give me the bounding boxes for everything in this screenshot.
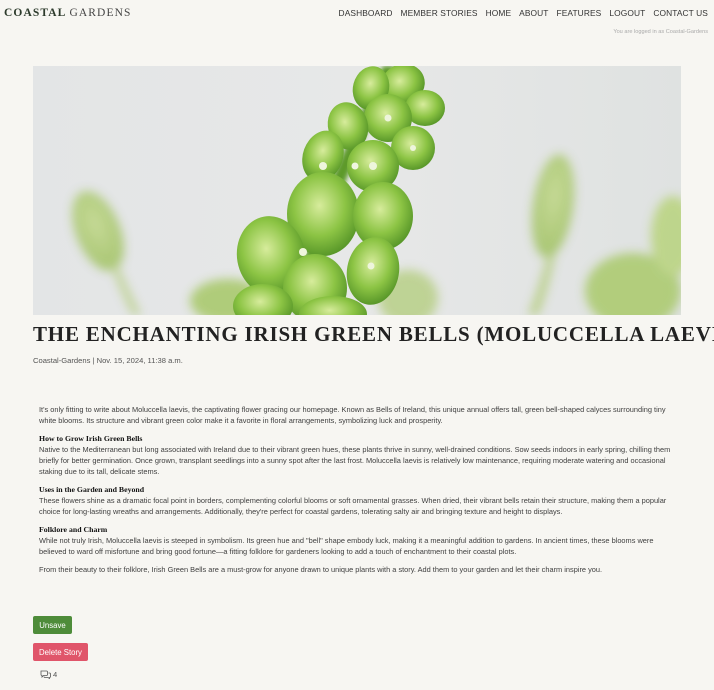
section-heading: Folklore and Charm: [39, 524, 108, 534]
nav-home[interactable]: HOME: [486, 8, 512, 18]
intro-paragraph: It's only fitting to write about Molucce…: [39, 405, 666, 426]
article-body: It's only fitting to write about Molucce…: [39, 404, 679, 582]
delete-story-button[interactable]: Delete Story: [33, 643, 88, 661]
brand-part-2: GARDENS: [69, 7, 132, 19]
closing-paragraph: From their beauty to their folklore, Iri…: [39, 564, 603, 574]
nav-member-stories[interactable]: MEMBER STORIES: [401, 8, 478, 18]
site-logo[interactable]: COASTAL GARDENS: [4, 7, 131, 19]
hero-image: [33, 66, 681, 315]
bells-of-ireland-photo: [33, 66, 681, 315]
section-paragraph: While not truly Irish, Moluccella laevis…: [39, 535, 654, 557]
article-meta: Coastal-Gardens | Nov. 15, 2024, 11:38 a…: [33, 356, 183, 365]
comments-count-value: 4: [53, 670, 58, 679]
nav-logout[interactable]: LOGOUT: [609, 8, 645, 18]
brand-part-1: COASTAL: [4, 7, 67, 19]
nav-contact-us[interactable]: CONTACT US: [653, 8, 708, 18]
comments-count[interactable]: 4: [40, 670, 57, 679]
section-heading: How to Grow Irish Green Bells: [39, 433, 143, 443]
page-title: THE ENCHANTING IRISH GREEN BELLS (MOLUCC…: [33, 322, 714, 346]
main-nav: DASHBOARD MEMBER STORIES HOME ABOUT FEAT…: [339, 8, 708, 18]
section-paragraph: These flowers shine as a dramatic focal …: [39, 496, 667, 517]
section-heading: Uses in the Garden and Beyond: [39, 485, 145, 495]
unsave-button[interactable]: Unsave: [33, 616, 72, 634]
section-paragraph: Native to the Mediterranean but long ass…: [39, 444, 671, 477]
login-status: You are logged in as Coastal-Gardens: [613, 29, 708, 35]
comments-icon: [40, 670, 51, 679]
nav-about[interactable]: ABOUT: [519, 8, 548, 18]
nav-features[interactable]: FEATURES: [557, 8, 602, 18]
nav-dashboard[interactable]: DASHBOARD: [339, 8, 393, 18]
